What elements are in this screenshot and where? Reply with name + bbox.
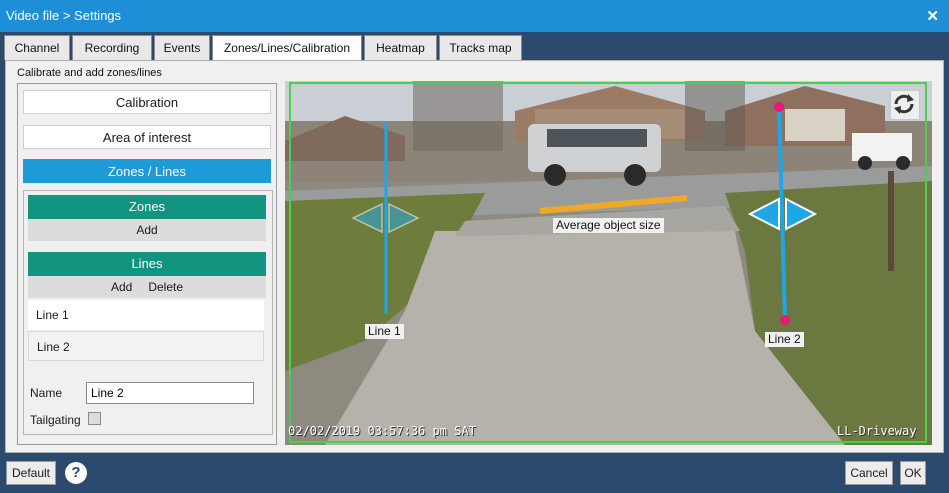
close-icon[interactable]: ✕ <box>926 7 939 25</box>
add-line-button[interactable]: Add <box>111 280 132 294</box>
tab-events[interactable]: Events <box>154 35 210 60</box>
cancel-button[interactable]: Cancel <box>845 461 893 485</box>
refresh-icon[interactable] <box>890 90 920 120</box>
refresh-glyph <box>894 94 914 114</box>
help-icon[interactable]: ? <box>65 462 87 484</box>
name-field[interactable] <box>86 382 254 404</box>
camera-name-overlay: LL-Driveway <box>837 424 917 438</box>
tab-channel[interactable]: Channel <box>4 35 70 60</box>
zones-lines-button[interactable]: Zones / Lines <box>23 159 271 183</box>
footer-bar: Default ? Cancel OK <box>0 453 949 493</box>
delete-line-button[interactable]: Delete <box>148 280 183 294</box>
line-2-label: Line 2 <box>765 332 804 347</box>
zones-header: Zones <box>28 195 266 219</box>
tailgating-label: Tailgating <box>30 413 81 427</box>
default-button[interactable]: Default <box>6 461 56 485</box>
list-item-line-2[interactable]: Line 2 <box>28 331 264 361</box>
zones-actions: Add <box>28 219 266 241</box>
line-1-label: Line 1 <box>365 324 404 339</box>
lines-actions: Add Delete <box>28 276 266 298</box>
zones-lines-editor: Zones Add Lines Add Delete Line 1 Line 2 … <box>23 190 273 435</box>
tab-heatmap[interactable]: Heatmap <box>364 35 437 60</box>
add-zone-button[interactable]: Add <box>136 223 157 237</box>
panel-caption: Calibrate and add zones/lines <box>17 67 162 79</box>
list-item-line-1[interactable]: Line 1 <box>28 300 264 330</box>
left-column: Calibration Area of interest Zones / Lin… <box>17 83 277 445</box>
area-of-interest-button[interactable]: Area of interest <box>23 125 271 149</box>
timestamp-overlay: 02/02/2019 03:57:36 pm SAT <box>288 424 476 438</box>
camera-frame <box>285 81 932 445</box>
tab-bar: Channel Recording Events Zones/Lines/Cal… <box>0 32 949 61</box>
line-2-end-handle <box>780 315 790 325</box>
settings-panel: Calibrate and add zones/lines Calibratio… <box>5 60 944 453</box>
video-preview[interactable]: Average object size Line 1 Line 2 02/02/… <box>285 81 932 445</box>
average-object-size-label: Average object size <box>553 218 664 233</box>
tab-recording[interactable]: Recording <box>72 35 152 60</box>
tab-zones-lines-calibration[interactable]: Zones/Lines/Calibration <box>212 35 362 61</box>
name-label: Name <box>30 386 63 400</box>
title-bar: Video file > Settings ✕ <box>0 0 949 32</box>
lines-header: Lines <box>28 252 266 276</box>
tailgating-checkbox[interactable] <box>88 412 101 425</box>
ok-button[interactable]: OK <box>900 461 926 485</box>
window-title: Video file > Settings <box>6 8 122 23</box>
line-2-start-handle <box>774 102 784 112</box>
tab-tracks-map[interactable]: Tracks map <box>439 35 522 60</box>
calibration-button[interactable]: Calibration <box>23 90 271 114</box>
